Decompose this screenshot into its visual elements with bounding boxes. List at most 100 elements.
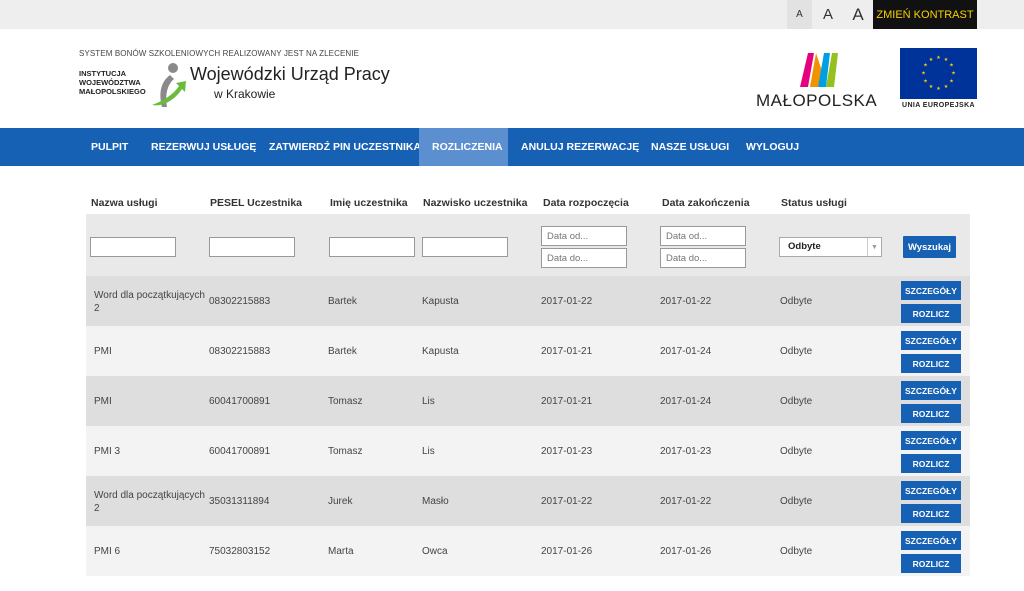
eu-name: UNIA EUROPEJSKA (901, 102, 976, 109)
cell-status: Odbyte (780, 546, 813, 557)
details-button[interactable]: SZCZEGÓŁY (901, 331, 961, 350)
cell-service: Word dla początkujących 2 (94, 490, 205, 514)
settle-button[interactable]: ROZLICZ (901, 554, 961, 573)
nav-item-rezerwuj-usluge[interactable]: REZERWUJ USŁUGĘ (138, 128, 269, 166)
cell-start-date: 2017-01-21 (541, 346, 593, 357)
nav-item-nasze-uslugi[interactable]: NASZE USŁUGI (638, 128, 742, 166)
main-nav: PULPIT REZERWUJ USŁUGĘ ZATWIERDŹ PIN UCZ… (0, 128, 1024, 166)
table-row: PMI 6 75032803152 Marta Owca 2017-01-26 … (86, 526, 970, 576)
cell-start-date: 2017-01-23 (541, 446, 593, 457)
svg-text:★: ★ (923, 79, 928, 85)
settle-button[interactable]: ROZLICZ (901, 454, 961, 473)
institution-label: INSTYTUCJA WOJEWÓDZTWA MAŁOPOLSKIEGO (79, 69, 146, 96)
font-size-large-button[interactable]: A (844, 0, 872, 29)
svg-text:★: ★ (949, 79, 954, 85)
cell-service: PMI (94, 346, 112, 357)
table-row: PMI 3 60041700891 Tomasz Lis 2017-01-23 … (86, 426, 970, 476)
svg-text:★: ★ (944, 57, 949, 63)
cell-start-date: 2017-01-22 (541, 296, 593, 307)
details-button[interactable]: SZCZEGÓŁY (901, 431, 961, 450)
table-row: Word dla początkujących 2 35031311894 Ju… (86, 476, 970, 526)
column-header-first-name: Imię uczestnika (330, 197, 408, 209)
service-name-filter[interactable] (90, 237, 176, 257)
svg-text:★: ★ (936, 55, 941, 61)
cell-pesel: 08302215883 (209, 296, 271, 307)
cell-service: PMI 6 (94, 546, 121, 557)
svg-text:★: ★ (949, 63, 954, 69)
end-date-from-input[interactable] (660, 226, 746, 246)
table-header: Nazwa usługi PESEL Uczestnika Imię uczes… (86, 190, 970, 214)
nav-item-anuluj-rezerwacje[interactable]: ANULUJ REZERWACJĘ (508, 128, 652, 166)
accessibility-bar: A A A ZMIEŃ KONTRAST (0, 0, 1024, 29)
font-size-medium-button[interactable]: A (814, 0, 842, 29)
table-row: Word dla początkujących 2 08302215883 Ba… (86, 276, 970, 326)
font-size-small-button[interactable]: A (787, 0, 812, 29)
cell-pesel: 75032803152 (209, 546, 271, 557)
svg-text:★: ★ (929, 84, 934, 90)
table-row: PMI 60041700891 Tomasz Lis 2017-01-21 20… (86, 376, 970, 426)
cell-end-date: 2017-01-22 (660, 496, 712, 507)
details-button[interactable]: SZCZEGÓŁY (901, 381, 961, 400)
cell-status: Odbyte (780, 496, 813, 507)
cell-last-name: Masło (422, 496, 449, 507)
cell-first-name: Bartek (328, 346, 357, 357)
cell-start-date: 2017-01-22 (541, 496, 593, 507)
status-filter-select[interactable]: Odbyte ▼ (779, 237, 882, 257)
nav-item-pulpit[interactable]: PULPIT (78, 128, 141, 166)
settle-button[interactable]: ROZLICZ (901, 354, 961, 373)
contrast-toggle-button[interactable]: ZMIEŃ KONTRAST (873, 0, 977, 29)
nav-item-wyloguj[interactable]: WYLOGUJ (733, 128, 812, 166)
site-header: SYSTEM BONÓW SZKOLENIOWYCH REALIZOWANY J… (0, 29, 1024, 128)
cell-status: Odbyte (780, 296, 813, 307)
cell-status: Odbyte (780, 396, 813, 407)
svg-text:★: ★ (944, 84, 949, 90)
cell-pesel: 08302215883 (209, 346, 271, 357)
cell-first-name: Tomasz (328, 446, 363, 457)
details-button[interactable]: SZCZEGÓŁY (901, 281, 961, 300)
cell-status: Odbyte (780, 446, 813, 457)
column-header-status: Status usługi (781, 197, 847, 209)
pesel-filter[interactable] (209, 237, 295, 257)
office-name: Wojewódzki Urząd Pracy (190, 64, 390, 84)
svg-text:★: ★ (921, 71, 926, 77)
cell-pesel: 60041700891 (209, 396, 271, 407)
settle-button[interactable]: ROZLICZ (901, 304, 961, 323)
search-button[interactable]: Wyszukaj (903, 236, 956, 258)
details-button[interactable]: SZCZEGÓŁY (901, 531, 961, 550)
start-date-to-input[interactable] (541, 248, 627, 268)
cell-end-date: 2017-01-24 (660, 396, 712, 407)
cell-status: Odbyte (780, 346, 813, 357)
cell-last-name: Lis (422, 446, 435, 457)
nav-item-rozliczenia[interactable]: ROZLICZENIA (419, 128, 508, 166)
svg-text:★: ★ (936, 86, 941, 92)
settle-button[interactable]: ROZLICZ (901, 404, 961, 423)
malopolska-logo-icon[interactable] (798, 47, 840, 89)
column-header-last-name: Nazwisko uczestnika (423, 197, 528, 209)
column-header-end-date: Data zakończenia (662, 197, 750, 209)
cell-start-date: 2017-01-26 (541, 546, 593, 557)
cell-first-name: Tomasz (328, 396, 363, 407)
cell-first-name: Marta (328, 546, 354, 557)
cell-first-name: Jurek (328, 496, 353, 507)
cell-pesel: 35031311894 (209, 496, 270, 507)
first-name-filter[interactable] (329, 237, 415, 257)
eu-flag-icon[interactable]: ★ ★ ★ ★ ★ ★ ★ ★ ★ ★ ★ ★ (900, 48, 977, 99)
cell-last-name: Owca (422, 546, 448, 557)
cell-end-date: 2017-01-22 (660, 296, 712, 307)
start-date-from-input[interactable] (541, 226, 627, 246)
end-date-to-input[interactable] (660, 248, 746, 268)
system-note: SYSTEM BONÓW SZKOLENIOWYCH REALIZOWANY J… (79, 49, 360, 58)
cell-service: PMI 3 (94, 446, 121, 457)
wup-logo-icon[interactable] (148, 61, 188, 113)
last-name-filter[interactable] (422, 237, 508, 257)
table-row: PMI 08302215883 Bartek Kapusta 2017-01-2… (86, 326, 970, 376)
svg-text:★: ★ (951, 71, 956, 77)
details-button[interactable]: SZCZEGÓŁY (901, 481, 961, 500)
nav-item-zatwierdz-pin[interactable]: ZATWIERDŹ PIN UCZESTNIKA (256, 128, 434, 166)
column-header-start-date: Data rozpoczęcia (543, 197, 629, 209)
settle-button[interactable]: ROZLICZ (901, 504, 961, 523)
cell-last-name: Lis (422, 396, 435, 407)
svg-text:★: ★ (929, 57, 934, 63)
column-header-pesel: PESEL Uczestnika (210, 197, 303, 209)
cell-service: PMI (94, 396, 112, 407)
